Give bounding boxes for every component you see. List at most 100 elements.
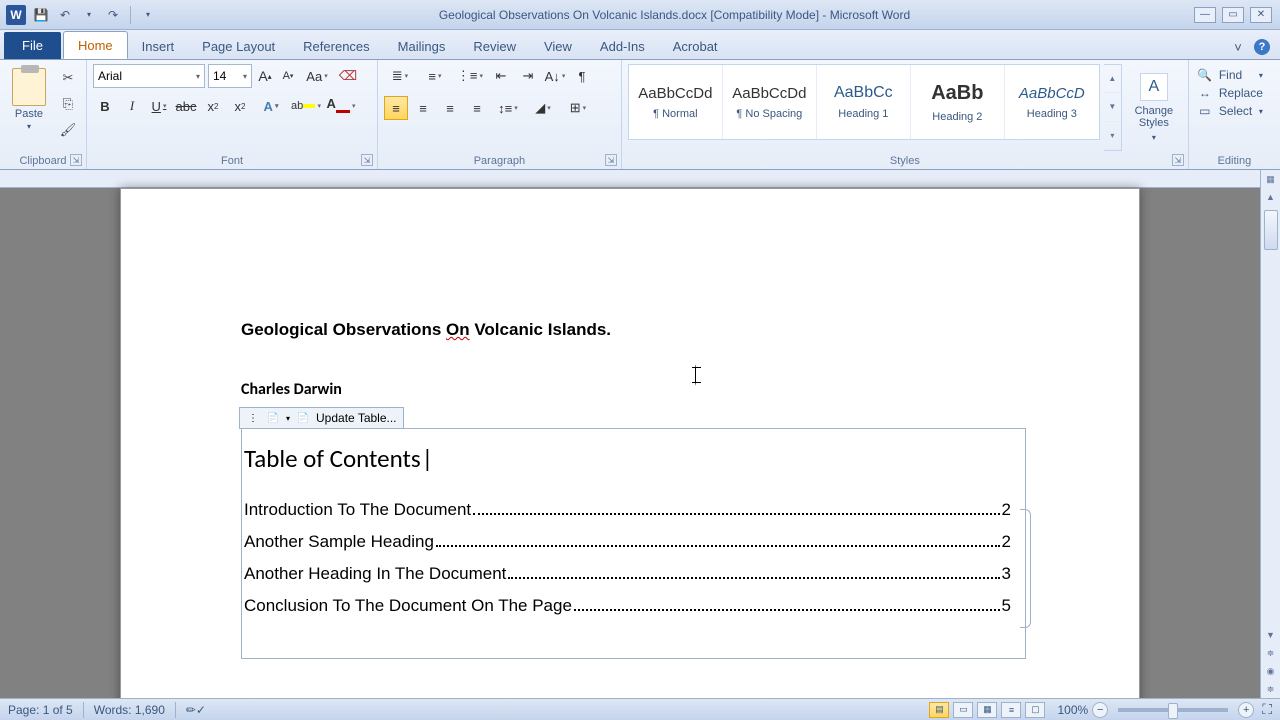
copy-icon[interactable]: ⎘ <box>58 94 78 114</box>
align-left-button[interactable]: ≡ <box>384 96 408 120</box>
shading-icon[interactable]: ◢ <box>527 96 559 120</box>
dialog-launcher-icon[interactable]: ⇲ <box>361 154 373 166</box>
close-button[interactable]: ✕ <box>1250 7 1272 23</box>
dialog-launcher-icon[interactable]: ⇲ <box>1172 154 1184 166</box>
tab-home[interactable]: Home <box>63 31 128 59</box>
dialog-launcher-icon[interactable]: ⇲ <box>70 154 82 166</box>
redo-icon[interactable]: ↷ <box>104 6 122 24</box>
scroll-up-icon[interactable]: ▲ <box>1261 188 1280 206</box>
document-page[interactable]: Geological Observations On Volcanic Isla… <box>120 188 1140 698</box>
full-screen-view[interactable]: ▭ <box>953 702 973 718</box>
toc-container[interactable]: Table of Contents Introduction To The Do… <box>241 428 1026 659</box>
update-table-button[interactable]: Update Table... <box>316 411 397 425</box>
draft-view[interactable]: ▢ <box>1025 702 1045 718</box>
browse-object-icon[interactable]: ◉ <box>1261 662 1280 680</box>
tab-acrobat[interactable]: Acrobat <box>659 33 732 59</box>
vertical-scrollbar[interactable]: ▦ ▲ ▼ ≑ ◉ ≑ <box>1260 170 1280 698</box>
scroll-thumb[interactable] <box>1264 210 1278 250</box>
style-heading-1[interactable]: AaBbCcHeading 1 <box>817 65 911 139</box>
toc-handle-icon[interactable]: ⋮ <box>246 411 260 425</box>
save-icon[interactable]: 💾 <box>32 6 50 24</box>
cut-icon[interactable]: ✂ <box>58 68 78 88</box>
style-no-spacing[interactable]: AaBbCcDd¶ No Spacing <box>723 65 817 139</box>
replace-button[interactable]: ↔Replace <box>1197 86 1263 100</box>
toc-title[interactable]: Table of Contents <box>244 443 1011 474</box>
strikethrough-button[interactable]: abc <box>174 94 198 118</box>
align-right-button[interactable]: ≡ <box>438 96 462 120</box>
toc-entry[interactable]: Conclusion To The Document On The Page5 <box>244 596 1011 616</box>
font-name-combo[interactable]: Arial▾ <box>93 64 205 88</box>
highlight-color-icon[interactable]: ab <box>290 94 322 118</box>
tab-mailings[interactable]: Mailings <box>384 33 460 59</box>
subscript-button[interactable]: x2 <box>201 94 225 118</box>
dialog-launcher-icon[interactable]: ⇲ <box>605 154 617 166</box>
undo-icon[interactable]: ↶ <box>56 6 74 24</box>
document-title[interactable]: Geological Observations On Volcanic Isla… <box>241 319 1019 340</box>
tab-page-layout[interactable]: Page Layout <box>188 33 289 59</box>
format-painter-icon[interactable]: 🖌 <box>58 120 78 140</box>
zoom-slider[interactable] <box>1118 708 1228 712</box>
help-icon[interactable]: ? <box>1254 39 1270 55</box>
line-spacing-icon[interactable]: ↕≡ <box>492 96 524 120</box>
borders-icon[interactable]: ⊞ <box>562 96 594 120</box>
proofing-icon[interactable]: ✏✓ <box>186 703 206 717</box>
grow-font-icon[interactable]: A▴ <box>255 64 275 88</box>
text-effects-icon[interactable]: A <box>255 94 287 118</box>
maximize-button[interactable]: ▭ <box>1222 7 1244 23</box>
tab-file[interactable]: File <box>4 32 61 59</box>
justify-button[interactable]: ≡ <box>465 96 489 120</box>
minimize-ribbon-icon[interactable]: ˅ <box>1230 39 1246 55</box>
decrease-indent-icon[interactable]: ⇤ <box>489 64 513 88</box>
underline-button[interactable]: U <box>147 94 171 118</box>
fit-window-icon[interactable]: ⛶ <box>1262 701 1272 718</box>
style-heading-3[interactable]: AaBbCcDHeading 3 <box>1005 65 1099 139</box>
tab-insert[interactable]: Insert <box>128 33 189 59</box>
find-button[interactable]: 🔍Find▾ <box>1197 68 1263 82</box>
toc-entry[interactable]: Introduction To The Document2 <box>244 500 1011 520</box>
sort-icon[interactable]: A↓ <box>543 64 567 88</box>
change-case-icon[interactable]: Aa <box>301 64 333 88</box>
print-layout-view[interactable]: ▤ <box>929 702 949 718</box>
zoom-out-button[interactable]: − <box>1092 702 1108 718</box>
shrink-font-icon[interactable]: A▾ <box>278 64 298 88</box>
style-normal[interactable]: AaBbCcDd¶ Normal <box>629 65 723 139</box>
style-heading-2[interactable]: AaBbHeading 2 <box>911 65 1005 139</box>
scroll-down-icon[interactable]: ▼ <box>1261 626 1280 644</box>
clear-formatting-icon[interactable]: ⌫ <box>336 64 360 88</box>
zoom-in-button[interactable]: + <box>1238 702 1254 718</box>
horizontal-ruler[interactable] <box>0 170 1280 188</box>
prev-page-icon[interactable]: ≑ <box>1261 644 1280 662</box>
numbering-icon[interactable]: ≡ <box>419 64 451 88</box>
tab-add-ins[interactable]: Add-Ins <box>586 33 659 59</box>
minimize-button[interactable]: — <box>1194 7 1216 23</box>
increase-indent-icon[interactable]: ⇥ <box>516 64 540 88</box>
change-styles-button[interactable]: A Change Styles ▾ <box>1126 64 1182 151</box>
next-page-icon[interactable]: ≑ <box>1261 680 1280 698</box>
paste-button[interactable]: Paste ▾ <box>6 64 52 151</box>
customize-qat-icon[interactable]: ▾ <box>139 6 157 24</box>
web-layout-view[interactable]: ▦ <box>977 702 997 718</box>
tab-view[interactable]: View <box>530 33 586 59</box>
ruler-toggle-icon[interactable]: ▦ <box>1261 170 1280 188</box>
tab-references[interactable]: References <box>289 33 383 59</box>
toc-options-icon[interactable]: 📄 <box>266 411 280 425</box>
word-count[interactable]: Words: 1,690 <box>94 703 165 717</box>
zoom-level[interactable]: 100% <box>1057 703 1088 717</box>
show-hide-marks-icon[interactable]: ¶ <box>570 64 594 88</box>
chevron-down-icon[interactable]: ▾ <box>286 414 290 423</box>
qat-dropdown-icon[interactable]: ▾ <box>80 6 98 24</box>
toc-entry[interactable]: Another Heading In The Document3 <box>244 564 1011 584</box>
bullets-icon[interactable]: ≣ <box>384 64 416 88</box>
select-button[interactable]: ▭Select▾ <box>1197 104 1263 118</box>
bold-button[interactable]: B <box>93 94 117 118</box>
outline-view[interactable]: ≡ <box>1001 702 1021 718</box>
align-center-button[interactable]: ≡ <box>411 96 435 120</box>
page-number[interactable]: Page: 1 of 5 <box>8 703 73 717</box>
font-color-icon[interactable]: A <box>325 94 357 118</box>
document-author[interactable]: Charles Darwin <box>241 380 1019 399</box>
toc-entry[interactable]: Another Sample Heading2 <box>244 532 1011 552</box>
superscript-button[interactable]: x2 <box>228 94 252 118</box>
font-size-combo[interactable]: 14▾ <box>208 64 252 88</box>
italic-button[interactable]: I <box>120 94 144 118</box>
multilevel-list-icon[interactable]: ⋮≡ <box>454 64 486 88</box>
